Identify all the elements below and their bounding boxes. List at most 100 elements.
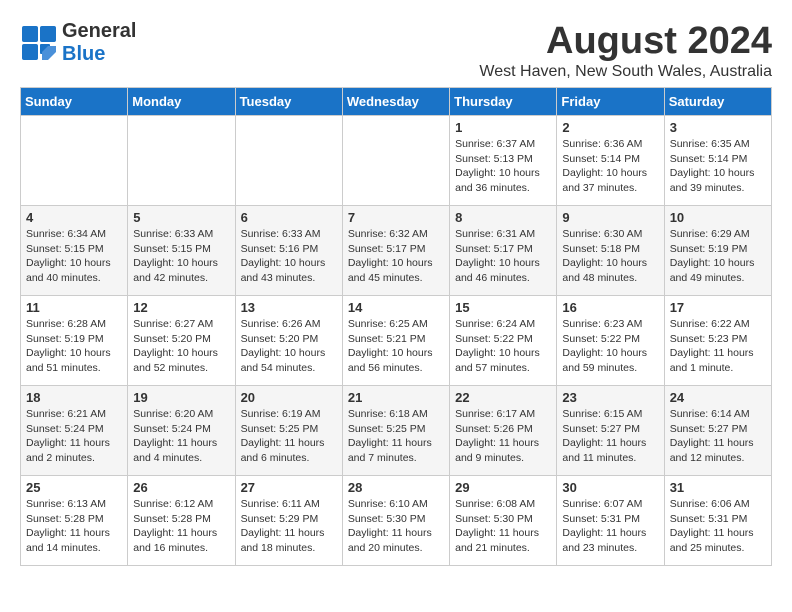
day-info: Sunrise: 6:35 AMSunset: 5:14 PMDaylight:… (670, 137, 766, 196)
logo-general: General (62, 20, 136, 42)
day-info: Sunrise: 6:29 AMSunset: 5:19 PMDaylight:… (670, 227, 766, 286)
calendar-cell: 10 Sunrise: 6:29 AMSunset: 5:19 PMDayligh… (664, 206, 771, 296)
weekday-header-row: SundayMondayTuesdayWednesdayThursdayFrid… (21, 88, 772, 116)
day-info: Sunrise: 6:12 AMSunset: 5:28 PMDaylight:… (133, 497, 229, 556)
day-info: Sunrise: 6:36 AMSunset: 5:14 PMDaylight:… (562, 137, 658, 196)
weekday-header-sunday: Sunday (21, 88, 128, 116)
day-number: 5 (133, 210, 229, 225)
title-area: August 2024 West Haven, New South Wales,… (479, 20, 772, 81)
weekday-header-monday: Monday (128, 88, 235, 116)
day-info: Sunrise: 6:10 AMSunset: 5:30 PMDaylight:… (348, 497, 444, 556)
day-info: Sunrise: 6:26 AMSunset: 5:20 PMDaylight:… (241, 317, 337, 376)
weekday-header-friday: Friday (557, 88, 664, 116)
calendar-cell: 31 Sunrise: 6:06 AMSunset: 5:31 PMDayligh… (664, 476, 771, 566)
day-info: Sunrise: 6:17 AMSunset: 5:26 PMDaylight:… (455, 407, 551, 466)
calendar-week-2: 4 Sunrise: 6:34 AMSunset: 5:15 PMDaylight… (21, 206, 772, 296)
calendar-cell: 20 Sunrise: 6:19 AMSunset: 5:25 PMDayligh… (235, 386, 342, 476)
calendar-cell: 7 Sunrise: 6:32 AMSunset: 5:17 PMDaylight… (342, 206, 449, 296)
day-info: Sunrise: 6:08 AMSunset: 5:30 PMDaylight:… (455, 497, 551, 556)
calendar-cell: 22 Sunrise: 6:17 AMSunset: 5:26 PMDayligh… (450, 386, 557, 476)
calendar-cell (21, 116, 128, 206)
day-number: 1 (455, 120, 551, 135)
calendar-week-4: 18 Sunrise: 6:21 AMSunset: 5:24 PMDayligh… (21, 386, 772, 476)
calendar-cell: 13Sunrise: 6:26 AMSunset: 5:20 PMDayligh… (235, 296, 342, 386)
day-number: 28 (348, 480, 444, 495)
calendar-cell (342, 116, 449, 206)
calendar-cell: 23Sunrise: 6:15 AMSunset: 5:27 PMDayligh… (557, 386, 664, 476)
calendar-cell: 6 Sunrise: 6:33 AMSunset: 5:16 PMDaylight… (235, 206, 342, 296)
day-number: 4 (26, 210, 122, 225)
day-info: Sunrise: 6:32 AMSunset: 5:17 PMDaylight:… (348, 227, 444, 286)
calendar-cell: 16 Sunrise: 6:23 AMSunset: 5:22 PMDayligh… (557, 296, 664, 386)
calendar-cell: 9Sunrise: 6:30 AMSunset: 5:18 PMDaylight… (557, 206, 664, 296)
day-number: 15 (455, 300, 551, 315)
calendar-cell: 11 Sunrise: 6:28 AMSunset: 5:19 PMDayligh… (21, 296, 128, 386)
calendar-cell: 2 Sunrise: 6:36 AMSunset: 5:14 PMDaylight… (557, 116, 664, 206)
day-number: 21 (348, 390, 444, 405)
weekday-header-tuesday: Tuesday (235, 88, 342, 116)
calendar-cell: 25 Sunrise: 6:13 AMSunset: 5:28 PMDayligh… (21, 476, 128, 566)
day-number: 2 (562, 120, 658, 135)
day-info: Sunrise: 6:19 AMSunset: 5:25 PMDaylight:… (241, 407, 337, 466)
calendar-cell: 14 Sunrise: 6:25 AMSunset: 5:21 PMDayligh… (342, 296, 449, 386)
calendar-cell: 28 Sunrise: 6:10 AMSunset: 5:30 PMDayligh… (342, 476, 449, 566)
day-info: Sunrise: 6:20 AMSunset: 5:24 PMDaylight:… (133, 407, 229, 466)
day-number: 7 (348, 210, 444, 225)
logo-blue: Blue (62, 43, 105, 65)
calendar-cell: 8 Sunrise: 6:31 AMSunset: 5:17 PMDaylight… (450, 206, 557, 296)
calendar-cell: 4 Sunrise: 6:34 AMSunset: 5:15 PMDaylight… (21, 206, 128, 296)
day-number: 31 (670, 480, 766, 495)
day-info: Sunrise: 6:23 AMSunset: 5:22 PMDaylight:… (562, 317, 658, 376)
day-number: 19 (133, 390, 229, 405)
day-number: 30 (562, 480, 658, 495)
day-info: Sunrise: 6:06 AMSunset: 5:31 PMDaylight:… (670, 497, 766, 556)
day-number: 18 (26, 390, 122, 405)
day-info: Sunrise: 6:14 AMSunset: 5:27 PMDaylight:… (670, 407, 766, 466)
calendar-week-1: 1Sunrise: 6:37 AMSunset: 5:13 PMDaylight… (21, 116, 772, 206)
day-number: 14 (348, 300, 444, 315)
day-number: 23 (562, 390, 658, 405)
calendar-week-5: 25 Sunrise: 6:13 AMSunset: 5:28 PMDayligh… (21, 476, 772, 566)
day-number: 22 (455, 390, 551, 405)
day-number: 11 (26, 300, 122, 315)
day-number: 16 (562, 300, 658, 315)
day-info: Sunrise: 6:24 AMSunset: 5:22 PMDaylight:… (455, 317, 551, 376)
day-info: Sunrise: 6:07 AMSunset: 5:31 PMDaylight:… (562, 497, 658, 556)
day-info: Sunrise: 6:11 AMSunset: 5:29 PMDaylight:… (241, 497, 337, 556)
calendar-cell (128, 116, 235, 206)
day-number: 9 (562, 210, 658, 225)
day-number: 10 (670, 210, 766, 225)
day-info: Sunrise: 6:28 AMSunset: 5:19 PMDaylight:… (26, 317, 122, 376)
page-header: General Blue August 2024 West Haven, New… (20, 20, 772, 81)
day-number: 8 (455, 210, 551, 225)
day-number: 20 (241, 390, 337, 405)
weekday-header-saturday: Saturday (664, 88, 771, 116)
calendar-week-3: 11 Sunrise: 6:28 AMSunset: 5:19 PMDayligh… (21, 296, 772, 386)
weekday-header-thursday: Thursday (450, 88, 557, 116)
day-info: Sunrise: 6:18 AMSunset: 5:25 PMDaylight:… (348, 407, 444, 466)
weekday-header-wednesday: Wednesday (342, 88, 449, 116)
day-number: 6 (241, 210, 337, 225)
day-info: Sunrise: 6:25 AMSunset: 5:21 PMDaylight:… (348, 317, 444, 376)
calendar-cell: 29Sunrise: 6:08 AMSunset: 5:30 PMDayligh… (450, 476, 557, 566)
day-info: Sunrise: 6:34 AMSunset: 5:15 PMDaylight:… (26, 227, 122, 286)
day-number: 25 (26, 480, 122, 495)
day-number: 24 (670, 390, 766, 405)
calendar-cell (235, 116, 342, 206)
day-number: 27 (241, 480, 337, 495)
day-info: Sunrise: 6:21 AMSunset: 5:24 PMDaylight:… (26, 407, 122, 466)
calendar-cell: 24 Sunrise: 6:14 AMSunset: 5:27 PMDayligh… (664, 386, 771, 476)
day-number: 3 (670, 120, 766, 135)
logo: General Blue (20, 20, 136, 66)
calendar-cell: 1Sunrise: 6:37 AMSunset: 5:13 PMDaylight… (450, 116, 557, 206)
calendar-cell: 15 Sunrise: 6:24 AMSunset: 5:22 PMDayligh… (450, 296, 557, 386)
day-info: Sunrise: 6:33 AMSunset: 5:16 PMDaylight:… (241, 227, 337, 286)
day-info: Sunrise: 6:33 AMSunset: 5:15 PMDaylight:… (133, 227, 229, 286)
calendar-cell: 12Sunrise: 6:27 AMSunset: 5:20 PMDayligh… (128, 296, 235, 386)
calendar-cell: 3 Sunrise: 6:35 AMSunset: 5:14 PMDaylight… (664, 116, 771, 206)
calendar-cell: 26Sunrise: 6:12 AMSunset: 5:28 PMDayligh… (128, 476, 235, 566)
day-info: Sunrise: 6:13 AMSunset: 5:28 PMDaylight:… (26, 497, 122, 556)
calendar-cell: 19 Sunrise: 6:20 AMSunset: 5:24 PMDayligh… (128, 386, 235, 476)
day-number: 17 (670, 300, 766, 315)
day-info: Sunrise: 6:31 AMSunset: 5:17 PMDaylight:… (455, 227, 551, 286)
